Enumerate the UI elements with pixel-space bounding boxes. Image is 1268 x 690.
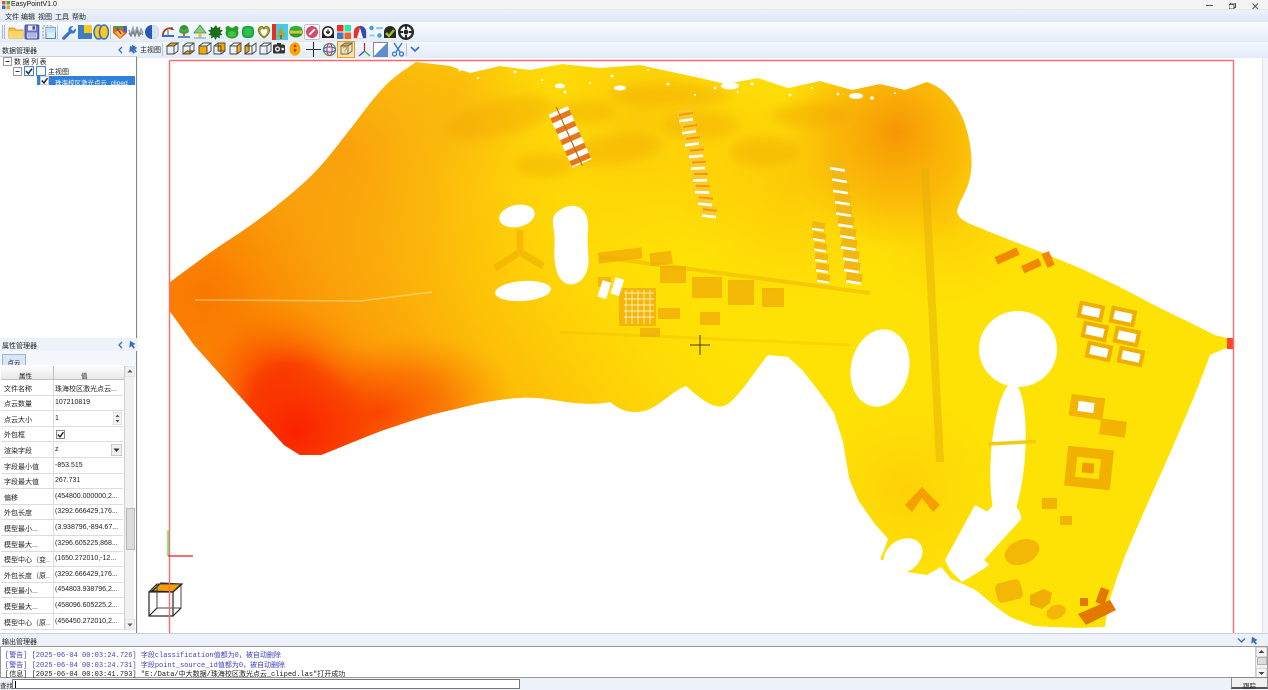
svg-text:?: ? [343, 46, 348, 55]
